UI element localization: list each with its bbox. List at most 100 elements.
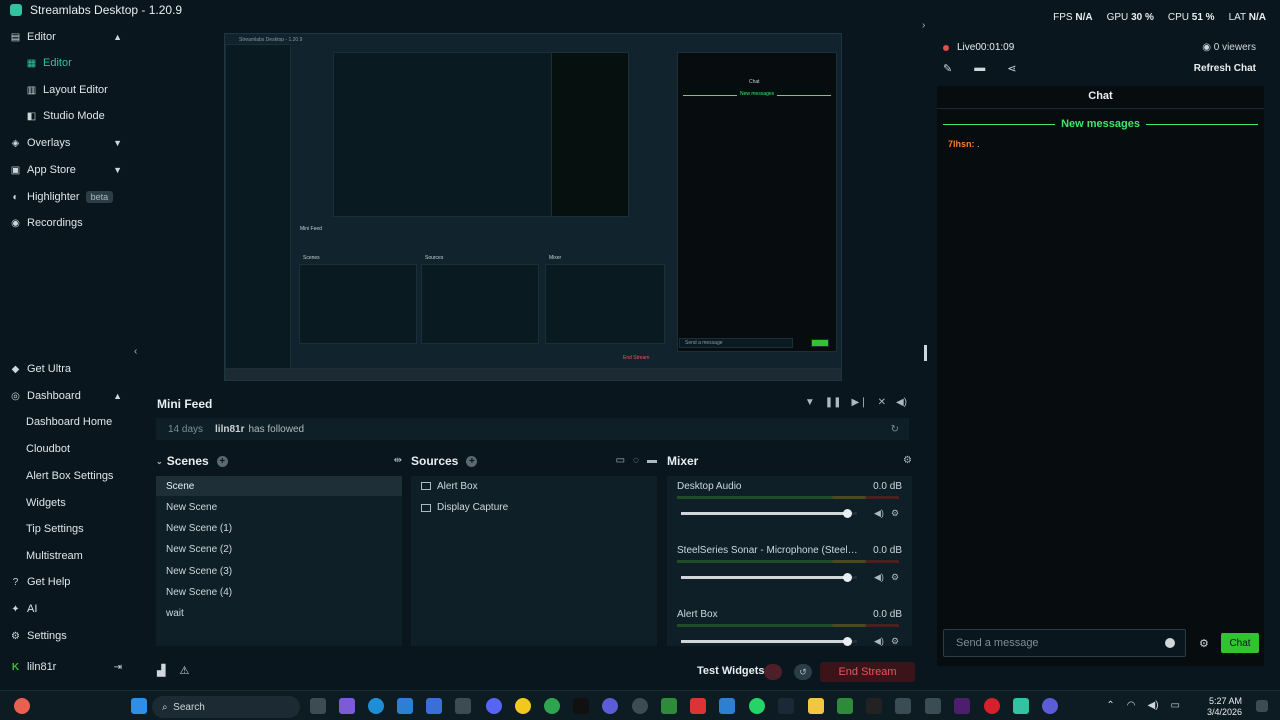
sidebar-item-cloudbot[interactable]: Cloudbot	[0, 436, 134, 462]
xbox-icon[interactable]	[837, 698, 853, 714]
battery-icon[interactable]: ▭	[1171, 700, 1180, 711]
source-item[interactable]: Alert Box	[411, 476, 657, 496]
group-icon[interactable]: ▭	[616, 455, 625, 466]
sidebar-item-recordings[interactable]: ◉ Recordings	[0, 210, 134, 236]
sidebar-item-settings[interactable]: ⚙ Settings	[0, 623, 134, 649]
sidebar-item-studio-mode[interactable]: ◧ Studio Mode	[0, 103, 134, 129]
sidebar-item-tip-settings[interactable]: Tip Settings	[0, 516, 134, 542]
sidebar-item-editor-group[interactable]: ▤ Editor ▲	[0, 24, 134, 50]
volume-slider-knob[interactable]	[843, 509, 853, 518]
test-widgets-label[interactable]: Test Widgets	[697, 665, 765, 677]
volume-slider[interactable]	[681, 637, 857, 646]
chevron-up-icon[interactable]: ⌃	[1106, 700, 1114, 711]
chat-settings-icon[interactable]: ⚙	[1199, 637, 1209, 650]
volume-icon[interactable]: ◀)	[874, 508, 884, 519]
app-icon[interactable]	[602, 698, 618, 714]
logout-icon[interactable]: ⇥	[114, 662, 122, 673]
volume-slider[interactable]	[681, 509, 857, 518]
sidebar-item-ai[interactable]: ✦ AI	[0, 596, 134, 622]
scene-item[interactable]: Scene	[156, 476, 402, 496]
app-icon[interactable]	[895, 698, 911, 714]
sidebar-item-get-help[interactable]: ? Get Help	[0, 569, 134, 595]
end-stream-button[interactable]: End Stream	[820, 662, 915, 682]
sidebar-item-dashboard-home[interactable]: Dashboard Home	[0, 409, 134, 435]
replay-icon[interactable]: ↻	[891, 424, 899, 435]
pause-icon[interactable]: ❚❚	[825, 397, 842, 408]
discord-icon[interactable]	[486, 698, 502, 714]
taskbar-clock[interactable]: 5:27 AM 3/4/2026	[1207, 696, 1242, 718]
scene-transitions-icon[interactable]: ⇹	[394, 455, 402, 466]
emoji-icon[interactable]	[1165, 638, 1175, 648]
whatsapp-icon[interactable]	[749, 698, 765, 714]
refresh-chat-button[interactable]: Refresh Chat	[1194, 63, 1256, 74]
expand-right-icon[interactable]: ›	[922, 20, 925, 31]
edit-stream-info-icon[interactable]: ✎	[943, 62, 952, 75]
add-scene-icon[interactable]: +	[216, 455, 228, 467]
sidebar-item-editor[interactable]: ▦ Editor	[0, 50, 134, 76]
store-icon[interactable]	[426, 698, 442, 714]
volume-icon[interactable]: ◀)	[1148, 700, 1159, 711]
scene-item[interactable]: New Scene (4)	[156, 583, 402, 603]
collapse-icon[interactable]: ⌄	[156, 457, 163, 466]
resize-handle[interactable]	[924, 345, 927, 361]
skip-icon[interactable]: ▶❘	[852, 397, 868, 408]
folder-icon[interactable]: ▬	[647, 455, 657, 466]
task-view-icon[interactable]	[310, 698, 326, 714]
volume-slider[interactable]	[681, 573, 857, 582]
send-chat-button[interactable]: Chat	[1221, 633, 1259, 653]
app-icon[interactable]	[690, 698, 706, 714]
premiere-icon[interactable]	[954, 698, 970, 714]
sidebar-item-widgets[interactable]: Widgets	[0, 490, 134, 516]
gear-icon[interactable]: ⚙	[903, 455, 912, 466]
volume-icon[interactable]: ◀)	[874, 636, 884, 647]
steelseries-icon[interactable]	[632, 698, 648, 714]
mute-alerts-icon[interactable]: ✕	[878, 397, 886, 408]
volume-slider-knob[interactable]	[843, 637, 853, 646]
app-icon[interactable]	[1042, 698, 1058, 714]
app-icon[interactable]	[719, 698, 735, 714]
xbox-icon[interactable]	[661, 698, 677, 714]
notification-icon[interactable]: ⚠	[179, 664, 189, 677]
sidebar-user[interactable]: Kliln81r ⇥	[0, 654, 134, 680]
weather-icon[interactable]	[14, 698, 30, 714]
steam-icon[interactable]	[778, 698, 794, 714]
source-item[interactable]: Display Capture	[411, 498, 657, 518]
scene-item[interactable]: New Scene (2)	[156, 540, 402, 560]
sidebar-item-layout-editor[interactable]: ▥ Layout Editor	[0, 77, 134, 103]
gear-icon[interactable]: ⚙	[891, 508, 899, 519]
chat-message-input[interactable]	[944, 630, 1144, 656]
sidebar-item-multistream[interactable]: Multistream	[0, 543, 134, 569]
app-icon[interactable]	[455, 698, 471, 714]
replay-buffer-icon[interactable]: ↺	[794, 664, 812, 680]
wifi-icon[interactable]: ◠	[1127, 700, 1136, 711]
outlook-icon[interactable]	[397, 698, 413, 714]
app-icon[interactable]	[866, 698, 882, 714]
streamlabs-taskbar-icon[interactable]	[1013, 698, 1029, 714]
sidebar-item-get-ultra[interactable]: ◆ Get Ultra	[0, 356, 134, 382]
sidebar-item-app-store[interactable]: ▣ App Store ▼	[0, 157, 134, 183]
visibility-icon[interactable]: ◌	[633, 455, 639, 466]
tiktok-icon[interactable]	[573, 698, 589, 714]
filter-icon[interactable]: ▼	[805, 397, 815, 408]
copilot-icon[interactable]	[339, 698, 355, 714]
performance-icon[interactable]: ▟	[157, 664, 165, 677]
gear-icon[interactable]: ⚙	[891, 636, 899, 647]
sidebar-item-alert-box-settings[interactable]: Alert Box Settings	[0, 463, 134, 489]
sidebar-item-dashboard[interactable]: ◎ Dashboard ▲	[0, 383, 134, 409]
scene-item[interactable]: New Scene (3)	[156, 561, 402, 581]
scene-item[interactable]: New Scene	[156, 497, 402, 517]
share-icon[interactable]: ⋖	[1007, 62, 1016, 75]
gear-icon[interactable]: ⚙	[891, 572, 899, 583]
opera-icon[interactable]	[984, 698, 1000, 714]
collapse-sidebar-icon[interactable]: ‹	[134, 346, 144, 357]
volume-icon[interactable]: ◀)	[874, 572, 884, 583]
taskbar-search[interactable]: ⌕ Search	[152, 696, 300, 718]
file-explorer-icon[interactable]	[808, 698, 824, 714]
chrome-icon[interactable]	[544, 698, 560, 714]
settings-icon[interactable]	[925, 698, 941, 714]
scene-item[interactable]: New Scene (1)	[156, 519, 402, 539]
folder-icon[interactable]: ▬	[974, 62, 985, 75]
windows-start-icon[interactable]	[131, 698, 147, 714]
edge-icon[interactable]	[368, 698, 384, 714]
volume-slider-knob[interactable]	[843, 573, 853, 582]
